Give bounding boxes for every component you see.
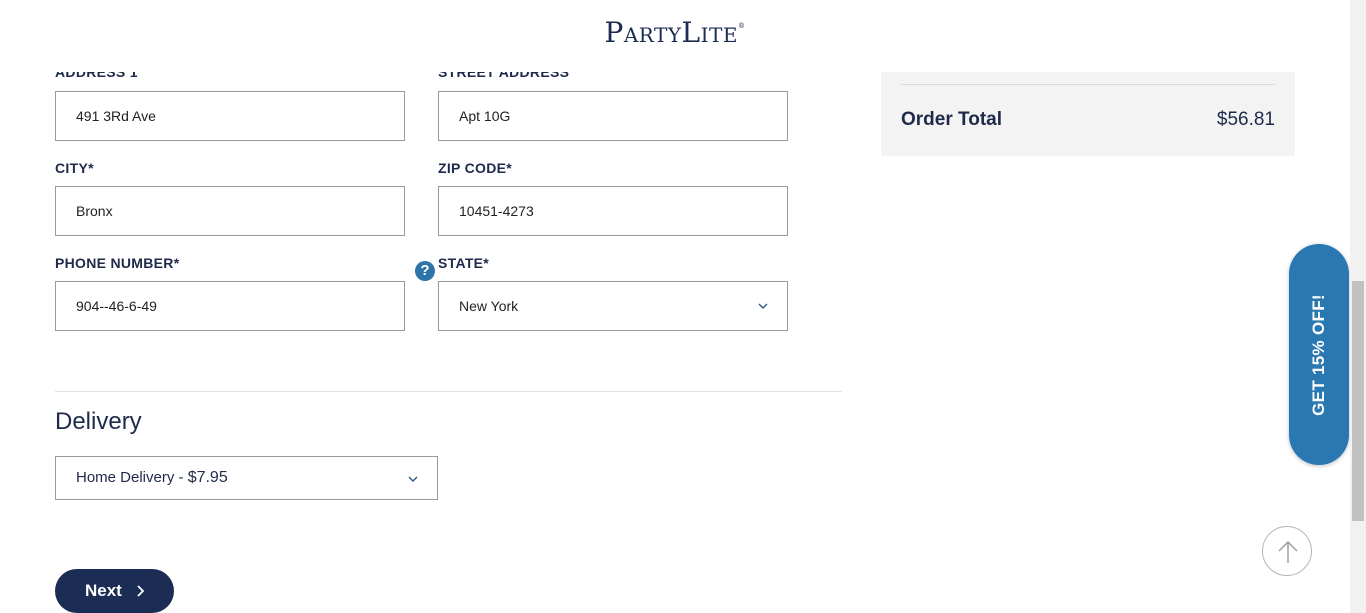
delivery-option-price: $7.95 xyxy=(187,469,228,486)
promo-label: GET 15% OFF! xyxy=(1309,293,1328,416)
delivery-select[interactable]: Home Delivery - $7.95 xyxy=(55,456,438,500)
help-icon[interactable]: ? xyxy=(415,261,435,281)
state-value: New York xyxy=(459,298,519,314)
city-input[interactable]: Bronx xyxy=(55,186,405,236)
state-select[interactable]: New York xyxy=(438,281,788,331)
order-total-label: Order Total xyxy=(901,109,1002,130)
order-total-value: $56.81 xyxy=(1216,109,1275,130)
address1-input[interactable]: 491 3Rd Ave xyxy=(55,91,405,141)
street-address-value: Apt 10G xyxy=(459,108,511,124)
order-summary-panel: Order Total $56.81 xyxy=(881,72,1295,156)
zip-code-input[interactable]: 10451-4273 xyxy=(438,186,788,236)
section-divider xyxy=(55,391,842,392)
registered-mark: ® xyxy=(737,22,746,30)
phone-number-value: 904--46-6-49 xyxy=(76,298,157,314)
city-label: CITY* xyxy=(55,160,94,176)
site-header: PartyLite® xyxy=(0,0,1350,72)
address1-value: 491 3Rd Ave xyxy=(76,108,156,124)
next-button-label: Next xyxy=(85,581,122,600)
promo-tab-button[interactable]: GET 15% OFF! xyxy=(1289,244,1349,465)
chevron-down-icon xyxy=(758,303,768,309)
zip-code-label: ZIP CODE* xyxy=(438,160,513,176)
chevron-down-icon xyxy=(408,476,418,482)
street-address-input[interactable]: Apt 10G xyxy=(438,91,788,141)
state-label: STATE* xyxy=(438,255,490,271)
arrow-up-icon xyxy=(1278,541,1298,563)
scroll-to-top-button[interactable] xyxy=(1262,526,1312,576)
chevron-right-icon xyxy=(137,585,145,597)
phone-number-label: PHONE NUMBER* xyxy=(55,255,180,271)
page-scrollbar[interactable] xyxy=(1350,0,1366,613)
zip-code-value: 10451-4273 xyxy=(459,203,534,219)
logo-text: PartyLite xyxy=(604,16,738,49)
delivery-heading: Delivery xyxy=(55,408,142,435)
city-value: Bronx xyxy=(76,203,113,219)
phone-number-input[interactable]: 904--46-6-49 xyxy=(55,281,405,331)
scrollbar-thumb[interactable] xyxy=(1352,281,1364,521)
partylite-logo[interactable]: PartyLite® xyxy=(0,16,1350,49)
delivery-option-name: Home Delivery - xyxy=(76,469,188,486)
summary-divider xyxy=(901,84,1275,85)
next-button[interactable]: Next xyxy=(55,569,174,613)
